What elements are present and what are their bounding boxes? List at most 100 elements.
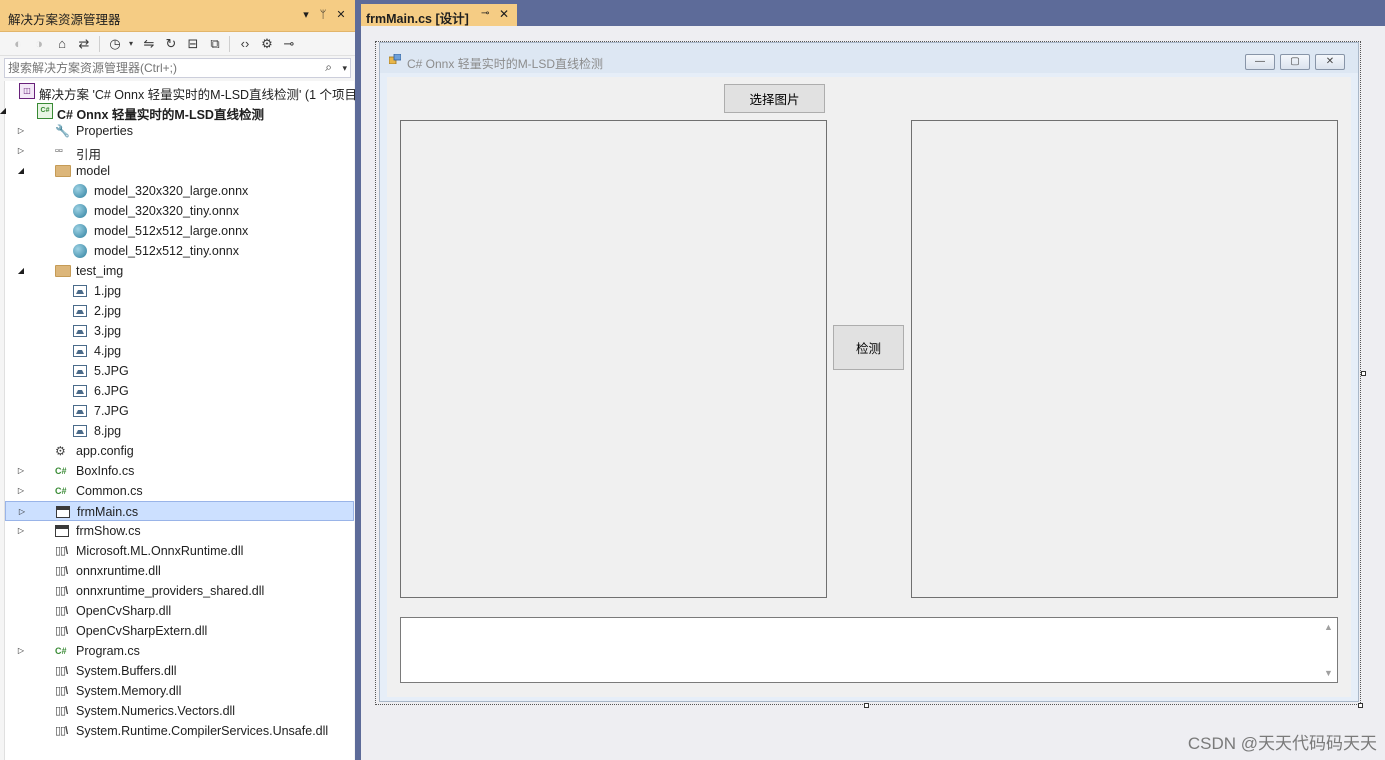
- back-icon[interactable]: ◐: [9, 35, 27, 53]
- expand-arrow-icon[interactable]: ▷: [15, 481, 27, 501]
- form-title: C# Onnx 轻量实时的M-LSD直线检测: [407, 57, 604, 71]
- tree-item[interactable]: ▯▯\ OpenCvSharpExtern.dll: [5, 621, 354, 641]
- tree-item[interactable]: ◢ C# C# Onnx 轻量实时的M-LSD直线检测: [0, 101, 354, 122]
- show-all-files-icon[interactable]: ⧉: [206, 35, 224, 53]
- tree-item-label: 1.jpg: [94, 284, 122, 298]
- collapse-all-icon[interactable]: ⊟: [184, 35, 202, 53]
- csharp-file-icon: C#: [55, 466, 67, 476]
- resize-handle-right[interactable]: [1361, 371, 1366, 376]
- tree-item[interactable]: model_512x512_large.onnx: [5, 221, 354, 241]
- preview-icon[interactable]: ⊸: [280, 35, 298, 53]
- expand-arrow-icon[interactable]: ▷: [15, 521, 27, 541]
- tree-item[interactable]: ▯▯\ System.Memory.dll: [5, 681, 354, 701]
- search-options-dropdown-icon[interactable]: ▾: [342, 59, 347, 77]
- expand-arrow-icon: [33, 281, 45, 301]
- tree-item[interactable]: ▯▯\ Microsoft.ML.OnnxRuntime.dll: [5, 541, 354, 561]
- collapse-arrow-icon[interactable]: ◢: [0, 101, 9, 121]
- maximize-button[interactable]: ▢: [1280, 54, 1310, 70]
- form-titlebar: C# Onnx 轻量实时的M-LSD直线检测 — ▢ ✕: [380, 43, 1358, 73]
- expand-arrow-icon: [33, 361, 45, 381]
- tree-item-label: frmMain.cs: [77, 505, 139, 519]
- tree-item-label: Program.cs: [76, 644, 140, 658]
- tree-item-label: model_512x512_large.onnx: [94, 224, 249, 238]
- expand-arrow-icon[interactable]: ▷: [15, 641, 27, 661]
- refresh-icon[interactable]: ↻: [162, 35, 180, 53]
- close-button[interactable]: ✕: [1315, 54, 1345, 70]
- tree-item[interactable]: ▯▯\ OpenCvSharp.dll: [5, 601, 354, 621]
- expand-arrow-icon[interactable]: ▷: [15, 461, 27, 481]
- tree-item[interactable]: 2.jpg: [5, 301, 354, 321]
- select-image-button[interactable]: 选择图片: [724, 84, 825, 113]
- tree-item[interactable]: 6.JPG: [5, 381, 354, 401]
- tree-item[interactable]: 1.jpg: [5, 281, 354, 301]
- tree-item[interactable]: 8.jpg: [5, 421, 354, 441]
- tree-item[interactable]: ◢ model: [5, 161, 354, 181]
- onnx-file-icon: [73, 204, 87, 218]
- onnx-file-icon: [73, 244, 87, 258]
- tree-item[interactable]: model_320x320_tiny.onnx: [5, 201, 354, 221]
- tree-item[interactable]: model_512x512_tiny.onnx: [5, 241, 354, 261]
- tree-item[interactable]: ▷ frmShow.cs: [5, 521, 354, 541]
- tree-item[interactable]: ▷ 🔧 Properties: [5, 121, 354, 141]
- switch-views-icon[interactable]: ⇄: [75, 35, 93, 53]
- tree-item[interactable]: ▷ C# Common.cs: [5, 481, 354, 501]
- form-app-icon: [389, 54, 401, 64]
- properties-icon[interactable]: ⚙: [258, 35, 276, 53]
- tree-item[interactable]: ▷ C# BoxInfo.cs: [5, 461, 354, 481]
- search-icon[interactable]: ⌕: [325, 60, 332, 75]
- dll-file-icon: ▯▯\: [55, 545, 68, 557]
- tree-item-label: onnxruntime_providers_shared.dll: [76, 584, 265, 598]
- home-icon[interactable]: ⌂: [53, 35, 71, 53]
- tree-item[interactable]: ⚙ app.config: [5, 441, 354, 461]
- view-code-icon[interactable]: ‹›: [236, 35, 254, 53]
- pin-tab-icon[interactable]: ⊸: [481, 8, 489, 19]
- tree-item[interactable]: ▯▯\ onnxruntime_providers_shared.dll: [5, 581, 354, 601]
- tree-item[interactable]: 5.JPG: [5, 361, 354, 381]
- tree-item[interactable]: ▯▯\ System.Runtime.CompilerServices.Unsaf…: [5, 721, 354, 741]
- form-window: C# Onnx 轻量实时的M-LSD直线检测 — ▢ ✕ 选择图片 检测 ▲ ▼: [379, 42, 1359, 702]
- expand-arrow-icon[interactable]: ▷: [15, 141, 27, 161]
- tree-item[interactable]: 3.jpg: [5, 321, 354, 341]
- csharp-file-icon: C#: [55, 646, 67, 656]
- tree-item[interactable]: ▯▯\ System.Numerics.Vectors.dll: [5, 701, 354, 721]
- detect-button[interactable]: 检测: [833, 325, 904, 370]
- log-textbox[interactable]: ▲ ▼: [400, 617, 1338, 683]
- expand-arrow-icon[interactable]: ▷: [16, 502, 28, 522]
- collapse-arrow-icon[interactable]: ◢: [15, 161, 27, 181]
- pin-icon[interactable]: ᛘ: [315, 7, 331, 23]
- resize-handle-corner[interactable]: [1358, 703, 1363, 708]
- scroll-up-icon[interactable]: ▲: [1324, 622, 1333, 632]
- tree-item-label: 7.JPG: [94, 404, 129, 418]
- resize-handle-bottom[interactable]: [864, 703, 869, 708]
- forward-icon[interactable]: ◑: [30, 35, 48, 53]
- search-input[interactable]: [8, 60, 318, 76]
- tree-item[interactable]: ◫ 解决方案 'C# Onnx 轻量实时的M-LSD直线检测' (1 个项目: [5, 81, 357, 102]
- tree-item[interactable]: model_320x320_large.onnx: [5, 181, 354, 201]
- tree-item-label: System.Runtime.CompilerServices.Unsafe.d…: [76, 724, 329, 738]
- expand-arrow-icon[interactable]: ▷: [15, 121, 27, 141]
- tree-item[interactable]: ▯▯\ System.Buffers.dll: [5, 661, 354, 681]
- tree-item-label: onnxruntime.dll: [76, 564, 161, 578]
- sync-icon[interactable]: ⇋: [140, 35, 158, 53]
- close-tab-icon[interactable]: ✕: [499, 7, 509, 21]
- tree-item[interactable]: ◢ test_img: [5, 261, 354, 281]
- vertical-scrollbar[interactable]: ▲ ▼: [1320, 618, 1337, 682]
- dll-file-icon: ▯▯\: [55, 665, 68, 677]
- tree-item-label: 4.jpg: [94, 344, 122, 358]
- tree-item[interactable]: ▷ C# Program.cs: [5, 641, 354, 661]
- tree-item[interactable]: ▷ ▫▫ 引用: [5, 141, 354, 162]
- window-position-dropdown-icon[interactable]: ▾: [298, 7, 314, 23]
- tree-item[interactable]: ▷ frmMain.cs: [5, 501, 354, 521]
- search-box[interactable]: ⌕ ▾: [4, 58, 351, 78]
- tree-item[interactable]: ▯▯\ onnxruntime.dll: [5, 561, 354, 581]
- minimize-button[interactable]: —: [1245, 54, 1275, 70]
- tree-item[interactable]: 7.JPG: [5, 401, 354, 421]
- tree-item[interactable]: 4.jpg: [5, 341, 354, 361]
- tab-frmmain-design[interactable]: frmMain.cs [设计] ⊸ ✕: [361, 4, 517, 26]
- close-icon[interactable]: ✕: [333, 7, 349, 23]
- form-client-area: 选择图片 检测 ▲ ▼: [387, 77, 1351, 697]
- scroll-down-icon[interactable]: ▼: [1324, 668, 1333, 678]
- collapse-arrow-icon[interactable]: ◢: [15, 261, 27, 281]
- chevron-down-icon[interactable]: ▾: [122, 35, 140, 53]
- tree-item-label: model_320x320_tiny.onnx: [94, 204, 240, 218]
